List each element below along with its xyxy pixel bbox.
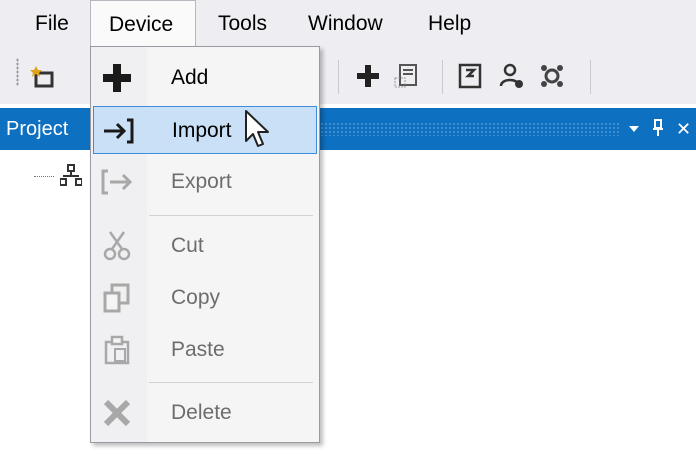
menu-bar: File Device Tools Window Help: [0, 0, 696, 49]
toolbar-separator: [338, 60, 339, 94]
project-panel-title: Project: [6, 118, 69, 140]
user-network-icon[interactable]: [498, 62, 526, 90]
menu-item-delete[interactable]: Delete: [93, 389, 317, 437]
menu-item-label: Paste: [171, 338, 225, 361]
menu-divider: [149, 382, 313, 383]
scissors-icon: [97, 228, 137, 264]
menu-file[interactable]: File: [35, 0, 69, 48]
paste-icon: [97, 332, 137, 368]
network-scan-icon[interactable]: [538, 62, 566, 90]
device-info-icon[interactable]: [456, 62, 484, 90]
new-project-icon[interactable]: [30, 62, 58, 90]
device-properties-icon[interactable]: [392, 62, 420, 90]
menu-item-export[interactable]: Export: [93, 158, 317, 206]
panel-dropdown-icon[interactable]: [628, 124, 640, 134]
network-node-icon[interactable]: [60, 164, 82, 188]
pin-icon[interactable]: [652, 119, 664, 137]
tree-connector: [34, 176, 54, 177]
menu-item-label: Delete: [171, 401, 232, 424]
close-icon[interactable]: ✕: [676, 108, 691, 150]
menu-item-label: Cut: [171, 234, 204, 257]
delete-icon: [97, 395, 137, 431]
device-menu: Add Import Export Cut Copy Paste Delete: [90, 46, 320, 443]
menu-item-add[interactable]: Add: [93, 54, 317, 102]
menu-tools[interactable]: Tools: [218, 0, 267, 48]
menu-device[interactable]: Device: [90, 0, 196, 49]
menu-item-label: Copy: [171, 286, 221, 309]
mouse-cursor-icon: [245, 110, 269, 147]
toolbar-separator: [442, 60, 443, 94]
menu-help[interactable]: Help: [428, 0, 471, 48]
import-icon: [98, 113, 138, 149]
menu-item-cut[interactable]: Cut: [93, 222, 317, 270]
toolbar-separator: [590, 60, 591, 94]
copy-icon: [97, 280, 137, 316]
menu-item-label: Export: [171, 170, 232, 193]
menu-window[interactable]: Window: [308, 0, 383, 48]
toolbar-grip[interactable]: [16, 58, 19, 86]
menu-divider: [149, 215, 313, 216]
menu-item-label: Add: [171, 66, 209, 89]
export-icon: [97, 164, 137, 200]
menu-item-paste[interactable]: Paste: [93, 326, 317, 374]
plus-icon: [97, 60, 137, 96]
menu-item-import[interactable]: Import: [93, 106, 317, 154]
menu-item-copy[interactable]: Copy: [93, 274, 317, 322]
add-device-icon[interactable]: [354, 62, 382, 90]
menu-item-label: Import: [172, 119, 232, 142]
